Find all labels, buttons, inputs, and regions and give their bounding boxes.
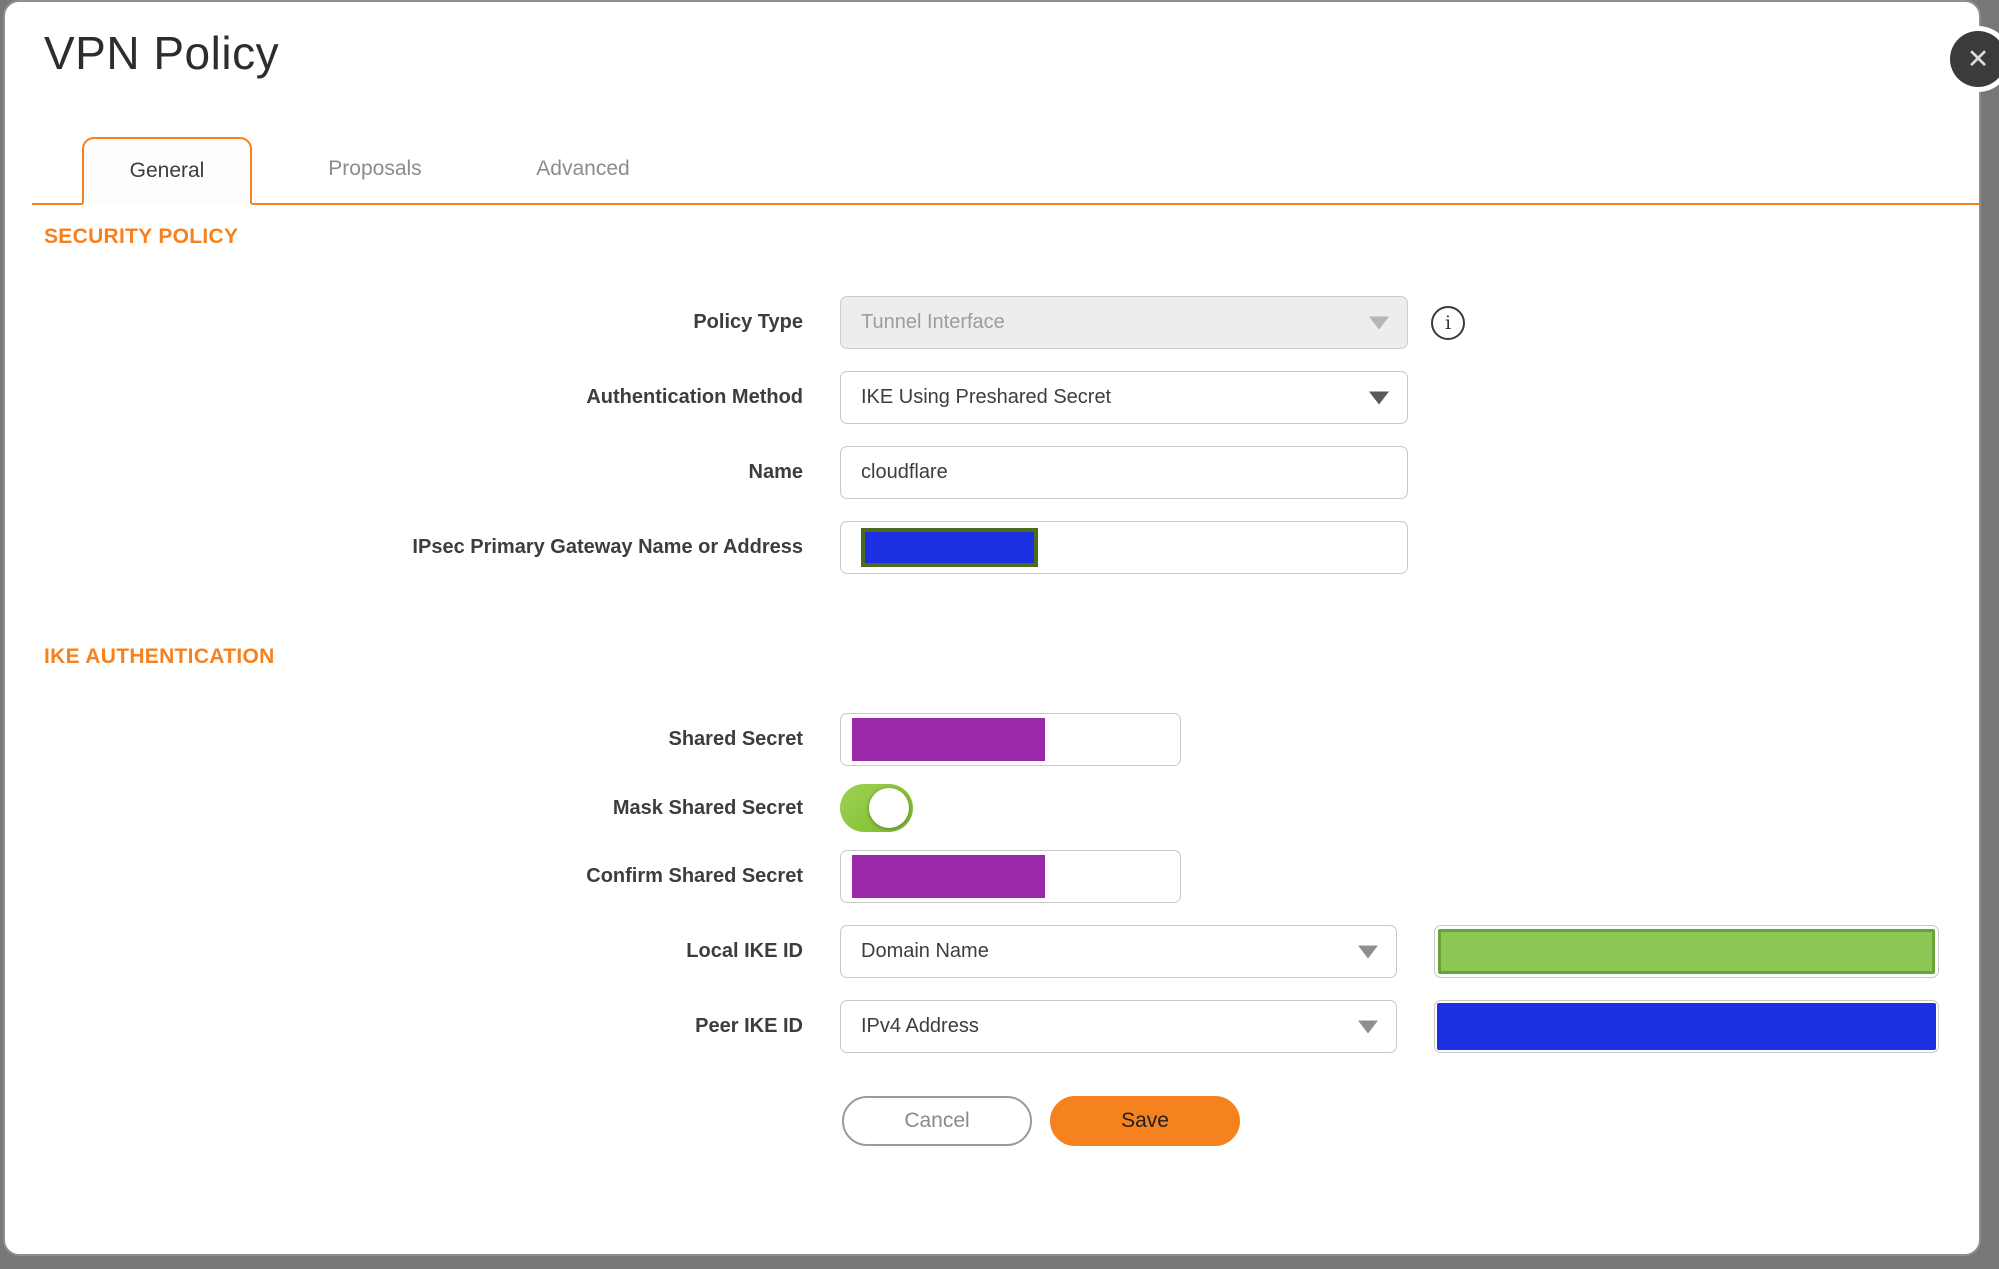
save-button[interactable]: Save [1050,1096,1240,1146]
name-label: Name [748,461,803,483]
local-ike-id-select[interactable]: Domain Name [840,925,1397,978]
mask-shared-secret-label: Mask Shared Secret [612,796,803,819]
name-row: Name [5,446,1979,499]
local-ike-id-label: Local IKE ID [686,940,803,962]
gateway-control [840,521,1408,574]
policy-type-row: Policy Type Tunnel Interface i [5,296,1979,349]
authentication-method-select[interactable]: IKE Using Preshared Secret [840,371,1408,424]
policy-type-control: Tunnel Interface i [840,296,1465,349]
dialog-content: VPN Policy General Proposals Advanced SE… [5,2,1979,1254]
authentication-method-row: Authentication Method IKE Using Preshare… [5,371,1979,424]
peer-ike-id-control: IPv4 Address [840,1000,1939,1053]
peer-ike-id-redaction-block [1437,1003,1936,1050]
local-ike-id-value: Domain Name [861,940,989,962]
gateway-label: IPsec Primary Gateway Name or Address [412,536,803,558]
chevron-down-icon [1369,316,1389,329]
confirm-shared-secret-row: Confirm Shared Secret [5,850,1979,903]
local-ike-id-row: Local IKE ID Domain Name [5,925,1979,978]
shared-secret-label: Shared Secret [668,728,803,750]
shared-secret-redaction-block [852,718,1045,761]
name-input[interactable] [840,446,1408,499]
page-title: VPN Policy [44,27,280,79]
chevron-down-icon [1369,391,1389,404]
mask-shared-secret-toggle[interactable] [840,784,913,832]
tab-advanced-label: Advanced [536,157,630,180]
authentication-method-label: Authentication Method [586,386,803,408]
chevron-down-icon [1358,945,1378,958]
policy-type-select: Tunnel Interface [840,296,1408,349]
close-button[interactable]: ✕ [1950,31,1999,87]
toggle-knob [869,788,909,828]
security-policy-heading: SECURITY POLICY [44,225,239,248]
policy-type-value: Tunnel Interface [861,311,1005,333]
peer-ike-id-select[interactable]: IPv4 Address [840,1000,1397,1053]
peer-ike-id-label: Peer IKE ID [695,1015,803,1037]
chevron-down-icon [1358,1020,1378,1033]
authentication-method-value: IKE Using Preshared Secret [861,386,1112,408]
cancel-button[interactable]: Cancel [842,1096,1032,1146]
gateway-redaction-block [861,528,1038,567]
tab-advanced[interactable]: Advanced [498,135,668,203]
mask-shared-secret-control [840,784,913,832]
confirm-shared-secret-redaction-block [852,855,1045,898]
tab-proposals-label: Proposals [328,157,422,180]
shared-secret-input[interactable] [840,713,1181,766]
shared-secret-control [840,713,1181,766]
peer-ike-id-row: Peer IKE ID IPv4 Address [5,1000,1979,1053]
info-icon[interactable]: i [1431,305,1465,340]
gateway-input[interactable] [840,521,1408,574]
shared-secret-row: Shared Secret [5,713,1979,766]
close-icon: ✕ [1966,43,1990,74]
policy-type-label: Policy Type [693,311,803,333]
local-ike-id-control: Domain Name [840,925,1939,978]
security-policy-form: Policy Type Tunnel Interface i Authentic… [5,296,1979,574]
tab-bar: General Proposals Advanced [32,135,1979,205]
local-ike-id-value-input[interactable] [1434,925,1939,978]
confirm-shared-secret-control [840,850,1181,903]
authentication-method-control: IKE Using Preshared Secret [840,371,1408,424]
tab-general-label: General [129,159,205,182]
vpn-policy-dialog: VPN Policy General Proposals Advanced SE… [3,0,1981,1256]
gateway-row: IPsec Primary Gateway Name or Address [5,521,1979,574]
confirm-shared-secret-label: Confirm Shared Secret [586,865,803,887]
confirm-shared-secret-input[interactable] [840,850,1181,903]
name-control [840,446,1408,499]
ike-authentication-form: Shared Secret Mask Shared Secret Confirm… [5,713,1979,1146]
peer-ike-id-value-input[interactable] [1434,1000,1939,1053]
local-ike-id-redaction-block [1438,929,1935,974]
mask-shared-secret-row: Mask Shared Secret [5,784,1979,832]
footer-actions: Cancel Save [842,1096,1979,1146]
peer-ike-id-value: IPv4 Address [861,1015,979,1037]
tab-proposals[interactable]: Proposals [290,135,460,203]
tab-general[interactable]: General [82,137,252,205]
ike-authentication-heading: IKE AUTHENTICATION [44,645,275,668]
